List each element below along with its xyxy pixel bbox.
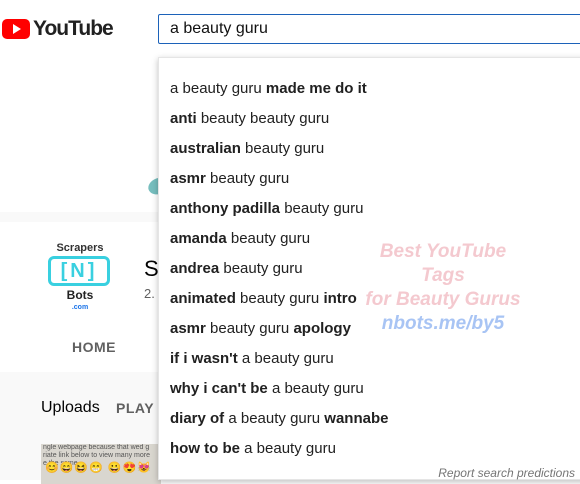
suggestion-typed: a beauty guru [241,350,334,367]
suggestion-typed: beauty guru [240,290,320,307]
suggestion-prefix: animated [170,290,236,307]
suggestion-item[interactable]: animated beauty guru intro [159,284,580,314]
suggestion-suffix: wannabe [324,410,389,427]
suggestion-item[interactable]: diary of a beauty guru wannabe [159,404,580,434]
suggestion-typed: beauty guru [230,230,311,247]
suggestion-typed: beauty guru [284,200,364,217]
avatar-n-logo: [N] [48,256,110,286]
suggestion-suffix: apology [293,320,351,337]
suggestion-typed: a beauty guru [244,440,336,457]
suggestion-prefix: if i wasn't [170,350,238,367]
suggestion-completion: made me do it [265,80,367,97]
channel-avatar[interactable]: Scrapers [N] Bots .com [40,240,120,318]
avatar-text-bottom: Bots [66,288,94,302]
suggestion-prefix: anthony padilla [170,200,281,217]
thumbnail-emoji-row: 😊😄😆😁 😀😍😻 [45,462,152,474]
suggestion-prefix: why i can't be [170,380,268,397]
suggestion-typed: beauty beauty guru [200,110,330,127]
video-thumbnail[interactable]: ngle webpage because that wed g riate li… [41,444,161,484]
search-input[interactable] [158,14,580,44]
suggestion-item[interactable]: asmr beauty guru [159,164,580,194]
subscriber-count: 2. [144,286,155,301]
suggestion-prefix: how to be [170,440,240,457]
search-suggestions-dropdown: a beauty guru made me do it anti beauty … [158,57,580,480]
suggestion-item[interactable]: why i can't be a beauty guru [159,374,580,404]
suggestion-item[interactable]: anti beauty beauty guru [159,104,580,134]
youtube-play-icon [2,19,30,39]
suggestion-item[interactable]: anthony padilla beauty guru [159,194,580,224]
tab-home[interactable]: HOME [72,339,116,355]
avatar-domain: .com [71,304,89,311]
suggestion-item[interactable]: australian beauty guru [159,134,580,164]
suggestion-typed: beauty guru [210,170,290,187]
uploads-heading: Uploads [41,399,100,416]
suggestion-item[interactable]: asmr beauty guru apology [159,314,580,344]
channel-name: S [144,256,159,281]
suggestion-typed: a beauty guru [271,380,364,397]
suggestion-list: a beauty guru made me do it anti beauty … [159,74,580,464]
suggestion-prefix: andrea [170,260,220,277]
report-search-predictions-link[interactable]: Report search predictions [438,466,575,480]
suggestion-prefix: australian [170,140,241,157]
suggestion-typed: beauty guru [210,320,290,337]
suggestion-item[interactable]: andrea beauty guru [159,254,580,284]
logo-text: YouTube [33,17,114,40]
suggestion-typed: beauty guru [245,140,325,157]
youtube-logo[interactable]: YouTube [2,17,114,41]
suggestion-prefix: asmr [170,320,206,337]
masthead: YouTube [0,0,580,58]
suggestion-item[interactable]: if i wasn't a beauty guru [159,344,580,374]
suggestion-prefix: diary of [170,410,225,427]
avatar-text-top: Scrapers [56,242,104,254]
suggestion-typed: beauty guru [223,260,303,277]
suggestion-suffix: intro [323,290,357,307]
suggestion-item[interactable]: how to be a beauty guru [159,434,580,464]
suggestion-prefix: amanda [170,230,227,247]
suggestion-typed: a beauty guru [228,410,321,427]
suggestion-prefix: asmr [170,170,206,187]
suggestion-prefix: anti [170,110,197,127]
suggestion-typed: a beauty guru [170,80,262,97]
suggestion-item[interactable]: a beauty guru made me do it [159,74,580,104]
suggestion-item[interactable]: amanda beauty guru [159,224,580,254]
